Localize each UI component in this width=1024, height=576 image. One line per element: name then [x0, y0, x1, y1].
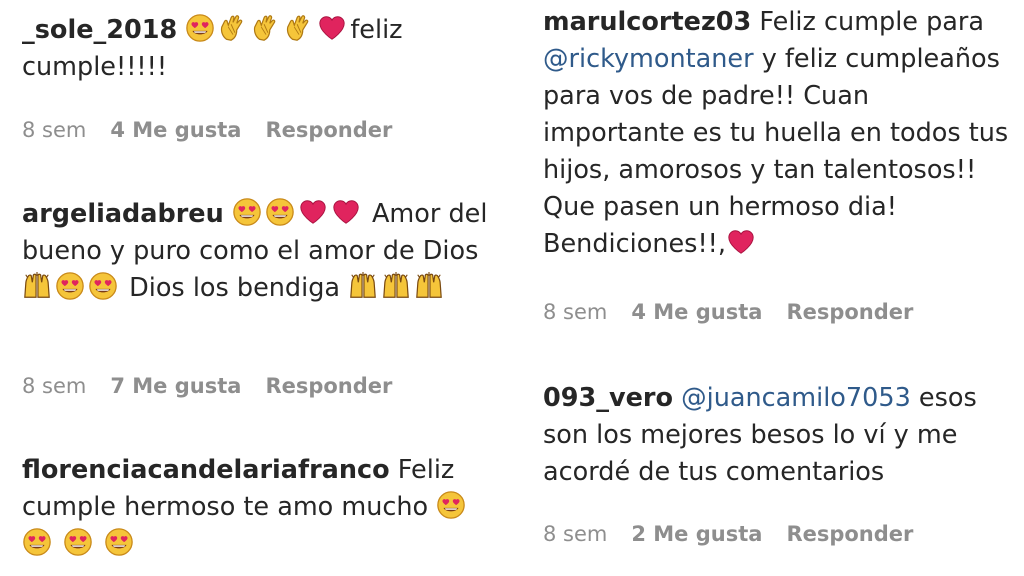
- mention-link[interactable]: @juancamilo7053: [681, 383, 911, 413]
- comment-item: marulcortez03 Feliz cumple para @rickymo…: [543, 4, 1013, 324]
- comment-body: _sole_2018 feliz cumple!!!!!: [22, 12, 492, 86]
- comment-likes-link[interactable]: 4 Me gusta: [631, 300, 762, 324]
- comment-timestamp: 8 sem: [543, 300, 608, 324]
- comment-text: y feliz cumpleaños para vos de padre!! C…: [543, 44, 1009, 259]
- comment-item: argeliadabreu Amor del bueno y puro como…: [22, 196, 492, 398]
- red-heart-emoji-icon: [317, 13, 347, 43]
- comment-item: florenciacandelariafranco Feliz cumple h…: [22, 452, 492, 563]
- comment-text-continued: Dios los bendiga: [129, 273, 341, 303]
- heart-eyes-emoji-icon: [185, 13, 215, 43]
- heart-eyes-emoji-icon: [104, 527, 134, 557]
- raised-hands-emoji-icon: [22, 271, 52, 301]
- comment-body: marulcortez03 Feliz cumple para @rickymo…: [543, 4, 1013, 263]
- comment-username[interactable]: marulcortez03: [543, 7, 751, 37]
- reply-button[interactable]: Responder: [786, 522, 913, 546]
- heart-eyes-emoji-icon: [265, 197, 295, 227]
- comment-body: florenciacandelariafranco Feliz cumple h…: [22, 452, 492, 563]
- heart-eyes-emoji-icon: [55, 271, 85, 301]
- raised-hands-emoji-icon: [381, 271, 411, 301]
- comment-meta: 8 sem 4 Me gusta Responder: [22, 118, 392, 142]
- comment-likes-link[interactable]: 7 Me gusta: [110, 374, 241, 398]
- heart-eyes-emoji-icon: [88, 271, 118, 301]
- raised-hands-emoji-icon: [348, 271, 378, 301]
- comment-likes-link[interactable]: 2 Me gusta: [631, 522, 762, 546]
- comment-item: 093_vero @juancamilo7053 esos son los me…: [543, 380, 1013, 546]
- comment-item: _sole_2018 feliz cumple!!!!! 8 sem 4 Me g…: [22, 12, 492, 142]
- reply-button[interactable]: Responder: [265, 374, 392, 398]
- reply-button[interactable]: Responder: [786, 300, 913, 324]
- raised-hands-emoji-icon: [414, 271, 444, 301]
- mention-link[interactable]: @rickymontaner: [543, 44, 754, 74]
- comment-text-lead: Feliz cumple para: [759, 7, 985, 37]
- comment-timestamp: 8 sem: [543, 522, 608, 546]
- heart-eyes-emoji-icon: [232, 197, 262, 227]
- comment-timestamp: 8 sem: [22, 374, 87, 398]
- reply-button[interactable]: Responder: [265, 118, 392, 142]
- comment-meta: 8 sem 4 Me gusta Responder: [543, 300, 913, 324]
- comment-username[interactable]: 093_vero: [543, 383, 673, 413]
- comment-meta: 8 sem 2 Me gusta Responder: [543, 522, 913, 546]
- heart-eyes-emoji-icon: [63, 527, 93, 557]
- comment-timestamp: 8 sem: [22, 118, 87, 142]
- comment-username[interactable]: argeliadabreu: [22, 199, 224, 229]
- comment-username[interactable]: _sole_2018: [22, 15, 177, 45]
- heart-eyes-emoji-icon: [22, 527, 52, 557]
- red-heart-emoji-icon: [298, 197, 328, 227]
- red-heart-emoji-icon: [726, 227, 756, 257]
- comment-likes-link[interactable]: 4 Me gusta: [110, 118, 241, 142]
- clapping-hands-emoji-icon: [284, 13, 314, 43]
- comment-body: 093_vero @juancamilo7053 esos son los me…: [543, 380, 1013, 491]
- comment-meta: 8 sem 7 Me gusta Responder: [22, 374, 392, 398]
- heart-eyes-emoji-icon: [436, 490, 466, 520]
- clapping-hands-emoji-icon: [251, 13, 281, 43]
- clapping-hands-emoji-icon: [218, 13, 248, 43]
- comment-body: argeliadabreu Amor del bueno y puro como…: [22, 196, 492, 307]
- red-heart-emoji-icon: [331, 197, 361, 227]
- comment-username[interactable]: florenciacandelariafranco: [22, 455, 390, 485]
